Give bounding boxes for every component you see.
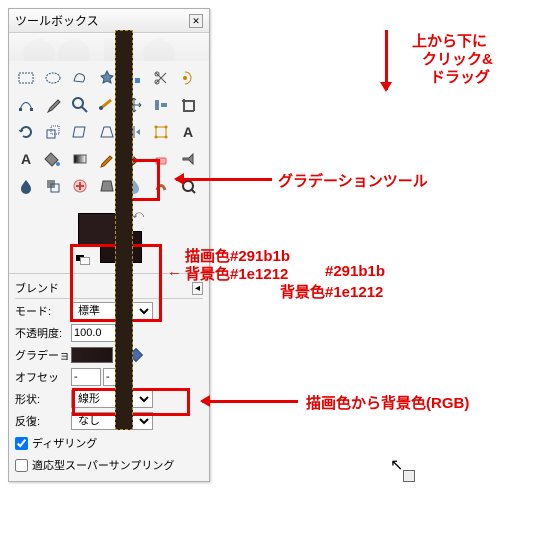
tool-ellipse-select[interactable] — [40, 65, 66, 91]
tool-airbrush[interactable] — [175, 146, 201, 172]
drag-hint-3: ドラッグ — [430, 66, 490, 87]
gradient-label: グラデーョン: — [15, 347, 71, 363]
offset-input-1[interactable] — [71, 368, 101, 386]
tool-paths[interactable] — [13, 92, 39, 118]
align-icon — [152, 96, 170, 114]
scissors-icon — [152, 69, 170, 87]
annot-bg: 背景色#1e1212 — [185, 263, 288, 284]
tool-text[interactable]: A — [13, 146, 39, 172]
svg-text:A: A — [183, 124, 193, 140]
annot-fg2: #291b1b — [325, 263, 385, 280]
measure-icon — [98, 96, 116, 114]
gradient-icon — [71, 150, 89, 168]
offset-label: オフセッ — [15, 369, 71, 385]
window-title: ツールボックス — [15, 12, 99, 29]
ink-icon — [17, 177, 35, 195]
scale-icon — [44, 123, 62, 141]
mode-label: モード: — [15, 303, 71, 319]
canvas-drag-stroke — [115, 30, 133, 430]
bucket-fill-icon — [44, 150, 62, 168]
shear-icon — [71, 123, 89, 141]
tool-eraser[interactable] — [148, 146, 174, 172]
fg-color-swatch[interactable] — [78, 213, 120, 245]
tool-scissors[interactable] — [148, 65, 174, 91]
rect-select-icon — [17, 69, 35, 87]
tool-scale[interactable] — [40, 119, 66, 145]
tool-bucket-fill[interactable] — [40, 146, 66, 172]
pencil-icon — [98, 150, 116, 168]
crop-icon — [179, 96, 197, 114]
clone-icon — [44, 177, 62, 195]
tool-zoom[interactable] — [67, 92, 93, 118]
tool-foreground-select[interactable] — [175, 65, 201, 91]
tool-free-select[interactable] — [67, 65, 93, 91]
tool-heal[interactable] — [67, 173, 93, 199]
rotate-icon — [17, 123, 35, 141]
gradient-preview[interactable] — [71, 347, 113, 363]
arrow-down-icon — [385, 30, 388, 90]
toolbox-window: ツールボックス ✕ A A ⤺ ブレンド ◂ モード: 標準 不透明度: グラデー… — [8, 8, 210, 482]
text-tool-icon: A — [179, 123, 197, 141]
repeat-select[interactable]: なし — [71, 412, 153, 430]
dither-checkbox[interactable] — [15, 437, 28, 450]
close-button[interactable]: ✕ — [189, 14, 203, 28]
tool-text-tool[interactable]: A — [175, 119, 201, 145]
arrow-gradient-tool — [176, 178, 272, 181]
tool-rect-select[interactable] — [13, 65, 39, 91]
annot-grad-note: 描画色から背景色(RGB) — [306, 392, 469, 413]
tool-rotate[interactable] — [13, 119, 39, 145]
repeat-label: 反復: — [15, 413, 71, 429]
tool-clone[interactable] — [40, 173, 66, 199]
swap-colors-icon[interactable]: ⤺ — [132, 209, 144, 222]
eraser-icon — [152, 150, 170, 168]
default-colors-icon[interactable] — [76, 255, 90, 265]
tool-ink[interactable] — [13, 173, 39, 199]
mode-select[interactable]: 標準 — [71, 302, 153, 320]
heal-icon — [71, 177, 89, 195]
arrow-gradient-option — [202, 400, 298, 403]
airbrush-icon — [179, 150, 197, 168]
cursor-icon: ↖ — [390, 455, 403, 475]
tool-shear[interactable] — [67, 119, 93, 145]
perspective-clone-icon — [98, 177, 116, 195]
svg-text:A: A — [21, 151, 31, 167]
cage-icon — [152, 123, 170, 141]
supersample-checkbox[interactable] — [15, 459, 28, 472]
options-header: ブレンド — [15, 280, 59, 296]
titlebar: ツールボックス ✕ — [9, 9, 209, 33]
perspective-icon — [98, 123, 116, 141]
tool-gradient[interactable] — [67, 146, 93, 172]
opacity-label: 不透明度: — [15, 325, 71, 341]
tool-options: ブレンド ◂ モード: 標準 不透明度: グラデーョン: オフセッ 形状: 線形… — [9, 274, 209, 481]
free-select-icon — [71, 69, 89, 87]
fuzzy-select-icon — [98, 69, 116, 87]
cursor-handle — [403, 470, 415, 482]
supersample-label: 適応型スーパーサンプリング — [32, 457, 174, 473]
header-decor — [9, 33, 209, 61]
annot-bg2: 背景色#1e1212 — [280, 281, 383, 302]
color-picker-icon — [44, 96, 62, 114]
zoom-icon — [71, 96, 89, 114]
annot-arrow-left: ← — [167, 263, 182, 280]
annot-gradient-tool: グラデーションツール — [278, 170, 428, 191]
tool-color-picker[interactable] — [40, 92, 66, 118]
opacity-input[interactable] — [71, 324, 121, 342]
dither-label: ディザリング — [32, 435, 97, 451]
color-swatches[interactable]: ⤺ — [74, 209, 144, 265]
tool-align[interactable] — [148, 92, 174, 118]
shape-label: 形状: — [15, 391, 71, 407]
foreground-select-icon — [179, 69, 197, 87]
ellipse-select-icon — [44, 69, 62, 87]
text-icon: A — [17, 150, 35, 168]
shape-select[interactable]: 線形 — [71, 390, 153, 408]
tool-crop[interactable] — [175, 92, 201, 118]
paths-icon — [17, 96, 35, 114]
tool-cage[interactable] — [148, 119, 174, 145]
